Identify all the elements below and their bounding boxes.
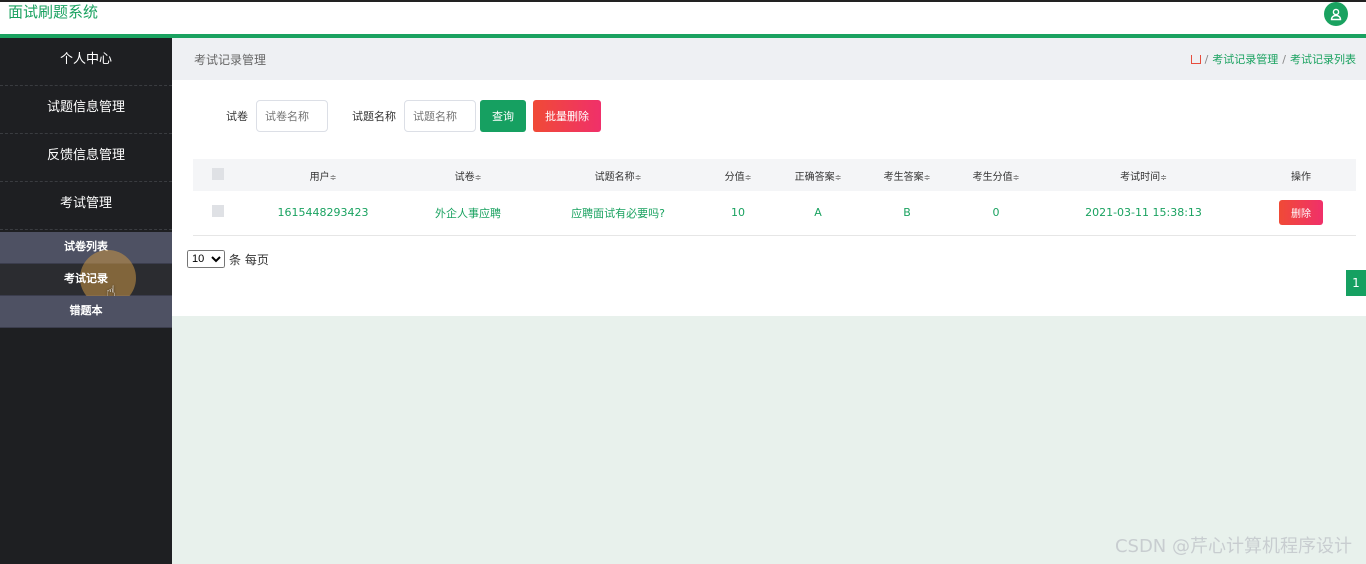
records-table: 用户≑ 试卷≑ 试题名称≑ 分值≑ 正确答案≑ 考生答案≑ 考生分值≑ 考试时间… xyxy=(193,159,1356,236)
app-title: 面试刷题系统 xyxy=(8,3,99,21)
sidebar: 个人中心 试题信息管理 反馈信息管理 考试管理 试卷列表 考试记录 ☝ 错题本 xyxy=(0,38,172,564)
col-action: 操作 xyxy=(1291,171,1311,183)
col-exam-time[interactable]: 考试时间≑ xyxy=(1041,159,1246,191)
sort-icon: ≑ xyxy=(744,172,752,182)
header-bar: 考试记录管理 / 考试记录管理 / 考试记录列表 xyxy=(172,38,1366,80)
sidebar-item-question-management[interactable]: 试题信息管理 xyxy=(0,86,172,134)
page-title: 考试记录管理 xyxy=(194,53,267,67)
table-row: 1615448293423 外企人事应聘 应聘面试有必要吗? 10 A B 0 … xyxy=(193,191,1356,235)
paper-label: 试卷 xyxy=(226,110,248,123)
sort-icon: ≑ xyxy=(329,172,337,182)
pager: 10 条 每页 xyxy=(187,250,269,268)
col-correct-answer[interactable]: 正确答案≑ xyxy=(773,159,863,191)
cell-examinee-score: 0 xyxy=(992,206,1000,220)
query-button[interactable]: 查询 xyxy=(480,100,526,132)
row-checkbox[interactable] xyxy=(212,205,224,218)
col-user[interactable]: 用户≑ xyxy=(243,159,403,191)
question-search-input[interactable] xyxy=(404,100,476,132)
table-header-row: 用户≑ 试卷≑ 试题名称≑ 分值≑ 正确答案≑ 考生答案≑ 考生分值≑ 考试时间… xyxy=(193,159,1356,191)
delete-button[interactable]: 删除 xyxy=(1279,200,1323,226)
sort-icon: ≑ xyxy=(634,172,642,182)
cell-exam-time: 2021-03-11 15:38:13 xyxy=(1085,206,1202,220)
sort-icon: ≑ xyxy=(834,172,842,182)
page-size-suffix: 条 每页 xyxy=(229,252,269,267)
cell-question: 应聘面试有必要吗? xyxy=(571,206,665,220)
breadcrumb-level1[interactable]: 考试记录管理 xyxy=(1212,53,1278,66)
submenu-item-wrong-book[interactable]: 错题本 xyxy=(0,296,172,328)
sort-icon: ≑ xyxy=(1012,172,1020,182)
batch-delete-button[interactable]: 批量删除 xyxy=(533,100,601,132)
question-label: 试题名称 xyxy=(352,110,396,123)
submenu-item-label: 考试记录 xyxy=(64,272,108,285)
breadcrumb-level2: 考试记录列表 xyxy=(1290,53,1356,66)
sort-icon: ≑ xyxy=(923,172,931,182)
col-examinee-score[interactable]: 考生分值≑ xyxy=(951,159,1041,191)
cell-score: 10 xyxy=(731,206,745,220)
cell-correct-answer: A xyxy=(814,206,822,220)
page-button-current[interactable]: 1 xyxy=(1346,270,1366,296)
main-panel: 考试记录管理 /考试记录管理/考试记录列表 试卷 试题名称 查询 批量删除 用户… xyxy=(172,38,1366,316)
sort-icon: ≑ xyxy=(1160,172,1167,182)
top-bar: 面试刷题系统 xyxy=(0,0,1366,38)
col-score[interactable]: 分值≑ xyxy=(703,159,773,191)
sidebar-item-exam-management[interactable]: 考试管理 xyxy=(0,182,172,230)
cell-user: 1615448293423 xyxy=(277,206,369,220)
col-question[interactable]: 试题名称≑ xyxy=(533,159,703,191)
exam-submenu: 试卷列表 考试记录 ☝ 错题本 xyxy=(0,232,172,328)
user-avatar-icon[interactable] xyxy=(1324,2,1348,26)
page-size-select[interactable]: 10 xyxy=(187,250,225,268)
sort-icon: ≑ xyxy=(474,172,482,182)
col-paper[interactable]: 试卷≑ xyxy=(403,159,533,191)
sidebar-item-feedback-management[interactable]: 反馈信息管理 xyxy=(0,134,172,182)
home-icon[interactable] xyxy=(1190,55,1201,64)
paper-search-input[interactable] xyxy=(256,100,328,132)
cell-examinee-answer: B xyxy=(903,206,911,220)
sidebar-item-personal-center[interactable]: 个人中心 xyxy=(0,38,172,86)
watermark: CSDN @芹心计算机程序设计 xyxy=(1114,536,1352,557)
breadcrumb: / 考试记录管理 / 考试记录列表 xyxy=(1190,51,1356,67)
search-form: 试卷 试题名称 查询 批量删除 xyxy=(226,100,601,132)
cell-paper: 外企人事应聘 xyxy=(435,206,501,220)
select-all-checkbox[interactable] xyxy=(212,167,224,180)
submenu-item-exam-records[interactable]: 考试记录 ☝ xyxy=(0,250,172,306)
col-examinee-answer[interactable]: 考生答案≑ xyxy=(863,159,951,191)
